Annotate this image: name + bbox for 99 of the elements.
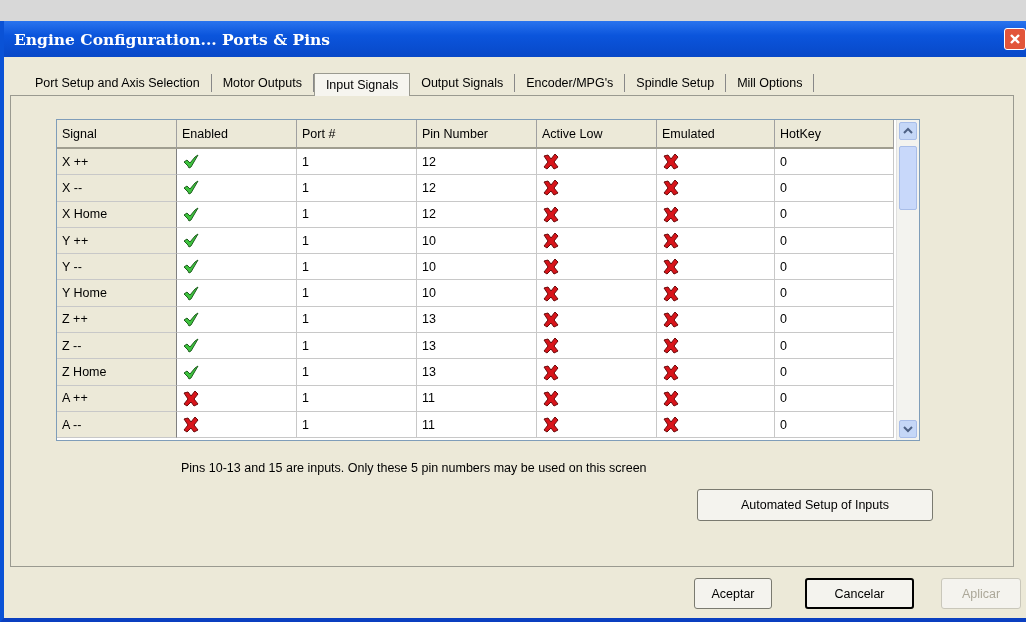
column-header[interactable]: Signal (57, 120, 177, 149)
tab[interactable]: Output Signals (410, 74, 516, 92)
cross-icon[interactable] (542, 179, 560, 197)
column-header[interactable]: Port # (297, 120, 417, 149)
tab[interactable]: Motor Outputs (211, 74, 314, 92)
table-cell: 0 (775, 175, 894, 202)
cross-icon[interactable] (542, 416, 560, 434)
row-header: Z Home (57, 359, 177, 386)
cross-icon[interactable] (182, 416, 200, 434)
table-cell: 1 (297, 254, 417, 281)
tab[interactable]: Port Setup and Axis Selection (24, 74, 212, 92)
cross-icon[interactable] (542, 205, 560, 223)
checkmark-icon[interactable] (182, 284, 200, 302)
checkmark-icon[interactable] (182, 205, 200, 223)
cross-icon[interactable] (662, 205, 680, 223)
table-cell: 0 (775, 333, 894, 360)
cross-icon[interactable] (542, 310, 560, 328)
column-header[interactable]: Active Low (537, 120, 657, 149)
cross-icon[interactable] (662, 153, 680, 171)
checkmark-icon[interactable] (182, 232, 200, 250)
table-cell: 1 (297, 280, 417, 307)
table-cell: 11 (417, 411, 537, 439)
table-cell: 1 (297, 227, 417, 255)
table-cell: 10 (417, 254, 537, 281)
cross-icon[interactable] (662, 258, 680, 276)
checkmark-icon[interactable] (182, 337, 200, 355)
cross-icon[interactable] (182, 389, 200, 407)
table-cell: 12 (417, 149, 537, 176)
row-header: Y ++ (57, 227, 177, 255)
row-header: Z ++ (57, 306, 177, 334)
cross-icon[interactable] (662, 389, 680, 407)
cross-icon[interactable] (542, 153, 560, 171)
table-cell: 0 (775, 149, 894, 176)
table-cell: 12 (417, 201, 537, 228)
cross-icon[interactable] (662, 310, 680, 328)
dialog-button[interactable]: Cancelar (805, 578, 914, 609)
table-cell: 13 (417, 359, 537, 386)
row-header: X ++ (57, 149, 177, 176)
column-header[interactable]: HotKey (775, 120, 894, 149)
scrollbar[interactable] (896, 120, 919, 440)
row-header: A -- (57, 411, 177, 439)
checkmark-icon[interactable] (182, 363, 200, 381)
tab[interactable]: Encoder/MPG's (515, 74, 626, 92)
checkmark-icon[interactable] (182, 258, 200, 276)
column-header[interactable]: Emulated (657, 120, 775, 149)
tab[interactable]: Spindle Setup (625, 74, 727, 92)
checkmark-icon[interactable] (182, 153, 200, 171)
checkmark-icon[interactable] (182, 179, 200, 197)
column-header[interactable]: Pin Number (417, 120, 537, 149)
table-cell: 1 (297, 385, 417, 412)
row-header: Y Home (57, 280, 177, 307)
row-header: Y -- (57, 254, 177, 281)
cross-icon[interactable] (542, 337, 560, 355)
table-cell: 1 (297, 201, 417, 228)
table-cell: 0 (775, 385, 894, 412)
table-cell: 1 (297, 149, 417, 176)
cross-icon[interactable] (662, 363, 680, 381)
table-cell: 1 (297, 333, 417, 360)
dialog-button[interactable]: Aceptar (694, 578, 772, 609)
cross-icon[interactable] (662, 232, 680, 250)
tab[interactable]: Input Signals (313, 73, 411, 96)
window-title: Engine Configuration... Ports & Pins (14, 29, 331, 49)
row-header: X Home (57, 201, 177, 228)
table-cell: 0 (775, 280, 894, 307)
row-header: X -- (57, 175, 177, 202)
cross-icon[interactable] (542, 363, 560, 381)
table-cell: 12 (417, 175, 537, 202)
table-cell: 11 (417, 385, 537, 412)
cross-icon[interactable] (662, 337, 680, 355)
table-cell: 0 (775, 359, 894, 386)
checkmark-icon[interactable] (182, 310, 200, 328)
table-cell: 1 (297, 359, 417, 386)
scrollbar-thumb[interactable] (899, 146, 917, 210)
table-cell: 10 (417, 227, 537, 255)
table-cell: 1 (297, 175, 417, 202)
cross-icon[interactable] (542, 232, 560, 250)
row-header: Z -- (57, 333, 177, 360)
cross-icon[interactable] (662, 179, 680, 197)
table-cell: 13 (417, 306, 537, 334)
cross-icon[interactable] (662, 284, 680, 302)
cross-icon[interactable] (662, 416, 680, 434)
table-cell: 10 (417, 280, 537, 307)
tab[interactable]: Mill Options (726, 74, 815, 92)
info-text: Pins 10-13 and 15 are inputs. Only these 5 pin numbers may be used on this screen (181, 461, 648, 475)
cross-icon[interactable] (542, 258, 560, 276)
table-cell: 0 (775, 227, 894, 255)
close-icon[interactable] (1004, 28, 1026, 50)
table-cell: 0 (775, 254, 894, 281)
cross-icon[interactable] (542, 284, 560, 302)
table-cell: 1 (297, 306, 417, 334)
cross-icon[interactable] (542, 389, 560, 407)
table-cell: 13 (417, 333, 537, 360)
table-cell: 0 (775, 411, 894, 439)
table-cell: 0 (775, 306, 894, 334)
automated-setup-button[interactable]: Automated Setup of Inputs (697, 489, 933, 521)
column-header[interactable]: Enabled (177, 120, 297, 149)
row-header: A ++ (57, 385, 177, 412)
table-cell: 0 (775, 201, 894, 228)
table-cell: 1 (297, 411, 417, 439)
